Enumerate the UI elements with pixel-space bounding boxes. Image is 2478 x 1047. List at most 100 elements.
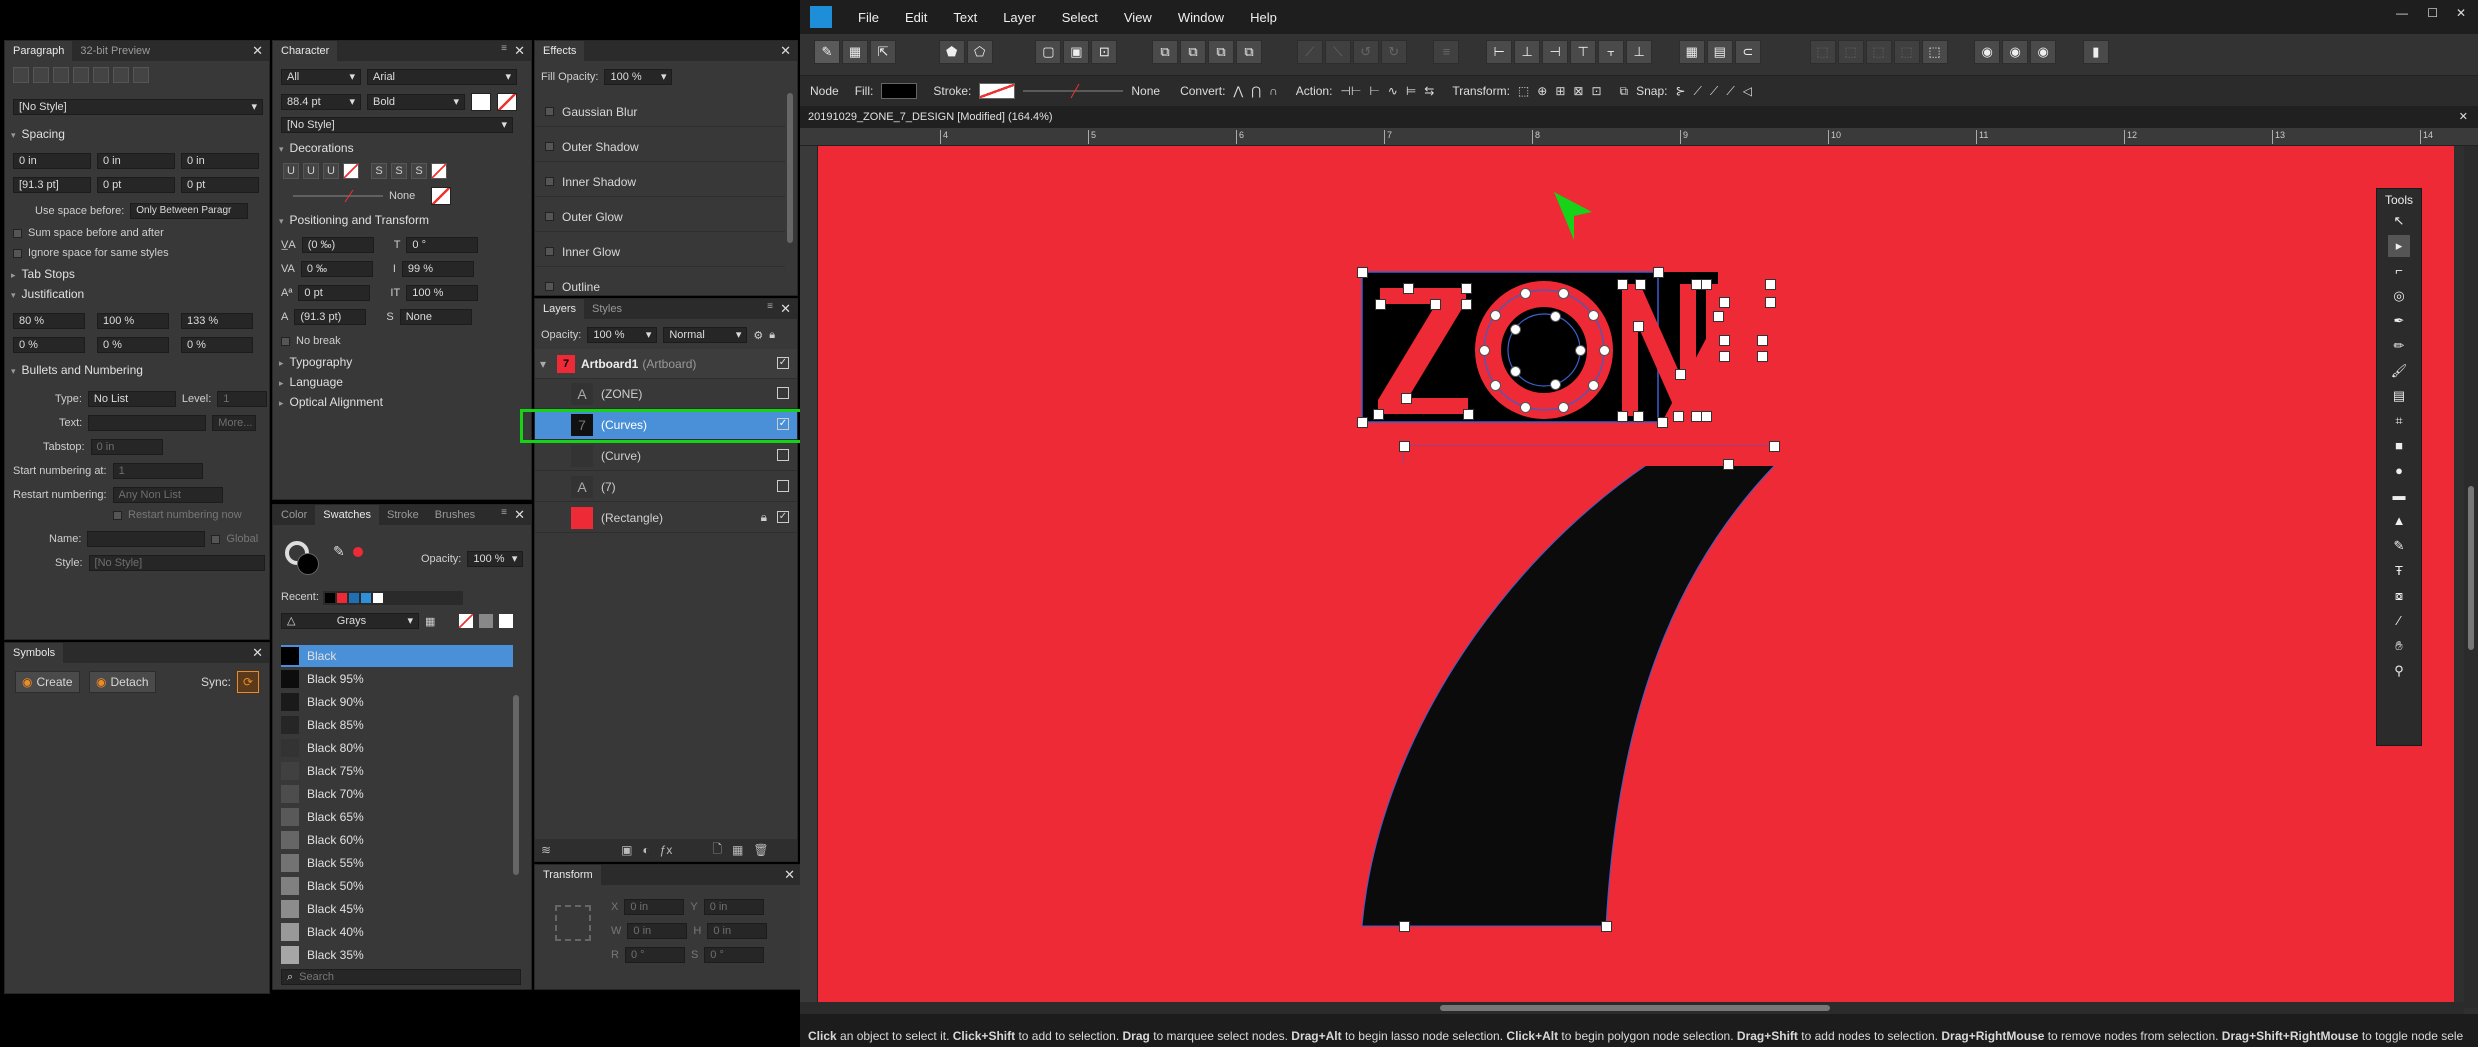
menu-layer[interactable]: Layer xyxy=(1003,10,1036,25)
layer-item[interactable]: (Rectangle) 🔒︎ ✓ xyxy=(535,503,797,533)
language-section[interactable]: Language xyxy=(279,375,343,389)
arrange-backward-icon[interactable]: ⧉ xyxy=(1180,40,1207,64)
bullet-text-field[interactable] xyxy=(88,415,207,431)
point-transform-icon[interactable]: ◎ xyxy=(2388,285,2410,307)
vertical-scroll-thumb[interactable] xyxy=(2468,486,2474,650)
arrange-front-icon[interactable]: ⧉ xyxy=(1236,40,1263,64)
visibility-checkbox[interactable]: ✓ xyxy=(777,357,789,369)
context-fill-swatch[interactable] xyxy=(881,83,918,99)
align-left-toolbar-icon[interactable]: ⊢ xyxy=(1486,40,1513,64)
layer-artboard[interactable]: ▾ 7 Artboard1 (Artboard) ✓ xyxy=(535,349,797,379)
underline-color-icon[interactable] xyxy=(343,163,359,179)
font-family-select[interactable]: Arial ▾ xyxy=(367,69,517,85)
node-handle[interactable] xyxy=(1550,310,1562,322)
swatch-scrollbar[interactable] xyxy=(513,695,519,875)
node-handle[interactable] xyxy=(1357,417,1368,428)
h-field[interactable]: 0 in xyxy=(707,923,768,939)
crop-tool-icon[interactable]: ⌗ xyxy=(2388,410,2410,432)
node-handle[interactable] xyxy=(1701,279,1712,290)
blend-mode-select[interactable]: Normal ▾ xyxy=(663,327,748,343)
tab-transform[interactable]: Transform xyxy=(535,865,601,885)
more-button[interactable]: More... xyxy=(212,415,257,431)
swatch-item[interactable]: Black 40% xyxy=(281,921,513,943)
kerning-field[interactable]: (0 ‰) xyxy=(301,237,374,253)
strike-thick-icon[interactable]: S xyxy=(411,163,427,179)
join-curves-icon[interactable]: ⊨ xyxy=(1406,84,1416,98)
menu-help[interactable]: Help xyxy=(1250,10,1277,25)
swatch-item[interactable]: Black 45% xyxy=(281,898,513,920)
underline-thick-icon[interactable]: U xyxy=(323,163,339,179)
indent-first-field[interactable]: 0 in xyxy=(97,153,175,169)
strike-color-icon[interactable] xyxy=(431,163,447,179)
shear-field[interactable]: 0 ° xyxy=(704,947,765,963)
node-handle[interactable] xyxy=(1617,411,1628,422)
tab-stroke[interactable]: Stroke xyxy=(379,505,427,525)
close-curve-icon[interactable]: ⊢ xyxy=(1369,84,1379,98)
node-handle[interactable] xyxy=(1673,411,1684,422)
rounded-rect-tool-icon[interactable]: ▬ xyxy=(2388,485,2410,507)
add-layer-icon[interactable]: 🗋︎ xyxy=(712,840,722,861)
brush-tool-icon[interactable]: 🖌︎ xyxy=(2388,360,2410,382)
bool-union-icon[interactable]: ⬚ xyxy=(1809,40,1836,64)
layer-opacity-field[interactable]: 100 % ▾ xyxy=(587,327,658,343)
close-icon[interactable]: ✕ xyxy=(784,867,795,883)
visibility-checkbox[interactable] xyxy=(777,449,789,461)
node-tool-icon[interactable]: ▸ xyxy=(2388,235,2410,257)
break-curve-icon[interactable]: ⊣⊢ xyxy=(1340,84,1361,98)
node-handle[interactable] xyxy=(1723,459,1734,470)
detach-symbol-button[interactable]: ◉ Detach xyxy=(89,671,156,693)
effect-checkbox[interactable] xyxy=(545,212,554,221)
move-tool-icon[interactable]: ↖ xyxy=(2388,210,2410,232)
hand-tool-icon[interactable]: ✋︎ xyxy=(2388,635,2410,657)
boolean-subtract-icon[interactable]: ⬠ xyxy=(966,40,993,64)
convert-smart-icon[interactable]: ∩ xyxy=(1269,84,1278,98)
swatch-item[interactable]: Black 55% xyxy=(281,852,513,874)
tab-symbols[interactable]: Symbols xyxy=(5,643,64,663)
positioning-section[interactable]: Positioning and Transform xyxy=(279,213,429,227)
zoom-tool-icon[interactable]: ⚲ xyxy=(2388,660,2410,682)
snap-toggle-icon[interactable]: ⧉ xyxy=(1620,84,1629,99)
bool-int-icon[interactable]: ⬚ xyxy=(1865,40,1892,64)
justify-right-icon[interactable] xyxy=(113,67,129,83)
text-fill-swatch[interactable] xyxy=(471,93,491,111)
optical-alignment-section[interactable]: Optical Alignment xyxy=(279,395,383,409)
close-document-icon[interactable]: ✕ xyxy=(2459,106,2468,128)
restart-now-checkbox[interactable] xyxy=(113,510,122,520)
horizontal-scroll-thumb[interactable] xyxy=(1440,1005,1830,1011)
align-left-icon[interactable] xyxy=(13,67,29,83)
typography-section[interactable]: Typography xyxy=(279,355,353,369)
node-handle[interactable] xyxy=(1461,299,1472,310)
recent-swatch-blue[interactable] xyxy=(349,593,359,603)
ellipse-tool-icon[interactable]: ● xyxy=(2388,460,2410,482)
node-handle[interactable] xyxy=(1373,409,1384,420)
char-leading-field[interactable]: (91.3 pt) xyxy=(294,309,367,325)
export-persona-icon[interactable]: ⇱ xyxy=(870,40,896,64)
snap-option-5-icon[interactable]: ◁ xyxy=(1743,84,1752,98)
corner-tool-icon[interactable]: ⌐ xyxy=(2388,260,2410,282)
tracking-field[interactable]: 0 ‰ xyxy=(300,261,373,277)
node-handle[interactable] xyxy=(1587,309,1599,321)
sync-icon[interactable]: ⟳ xyxy=(237,671,259,693)
snap-box-icon[interactable]: ▢ xyxy=(1035,40,1062,64)
node-handle[interactable] xyxy=(1675,369,1686,380)
transform-mode-icon[interactable]: ⬚ xyxy=(1518,84,1529,98)
vertical-scale-field[interactable]: 99 % xyxy=(401,261,474,277)
tabstop-field[interactable]: 0 in xyxy=(90,439,163,455)
tab-brushes[interactable]: Brushes xyxy=(427,505,483,525)
node-handle[interactable] xyxy=(1657,417,1668,428)
close-window-icon[interactable]: ✕ xyxy=(2456,6,2466,20)
group-icon[interactable]: ▦ xyxy=(732,843,743,857)
node-handle[interactable] xyxy=(1713,311,1724,322)
flip-icon[interactable]: ⟋ xyxy=(1296,40,1323,64)
current-color-dot[interactable] xyxy=(353,547,363,557)
rectangle-tool-icon[interactable]: ■ xyxy=(2388,435,2410,457)
text-stroke-swatch[interactable] xyxy=(497,93,517,111)
font-size-field[interactable]: 88.4 pt ▾ xyxy=(281,94,361,110)
trash-icon[interactable]: 🗑︎ xyxy=(753,843,768,857)
node-handle[interactable] xyxy=(1463,409,1474,420)
swatch-item[interactable]: Black 60% xyxy=(281,829,513,851)
use-space-before-select[interactable]: Only Between Paragr xyxy=(130,203,249,219)
eyedropper-icon[interactable]: ⁄ xyxy=(2388,610,2410,632)
node-handle[interactable] xyxy=(1769,441,1780,452)
close-icon[interactable]: ✕ xyxy=(780,43,791,59)
